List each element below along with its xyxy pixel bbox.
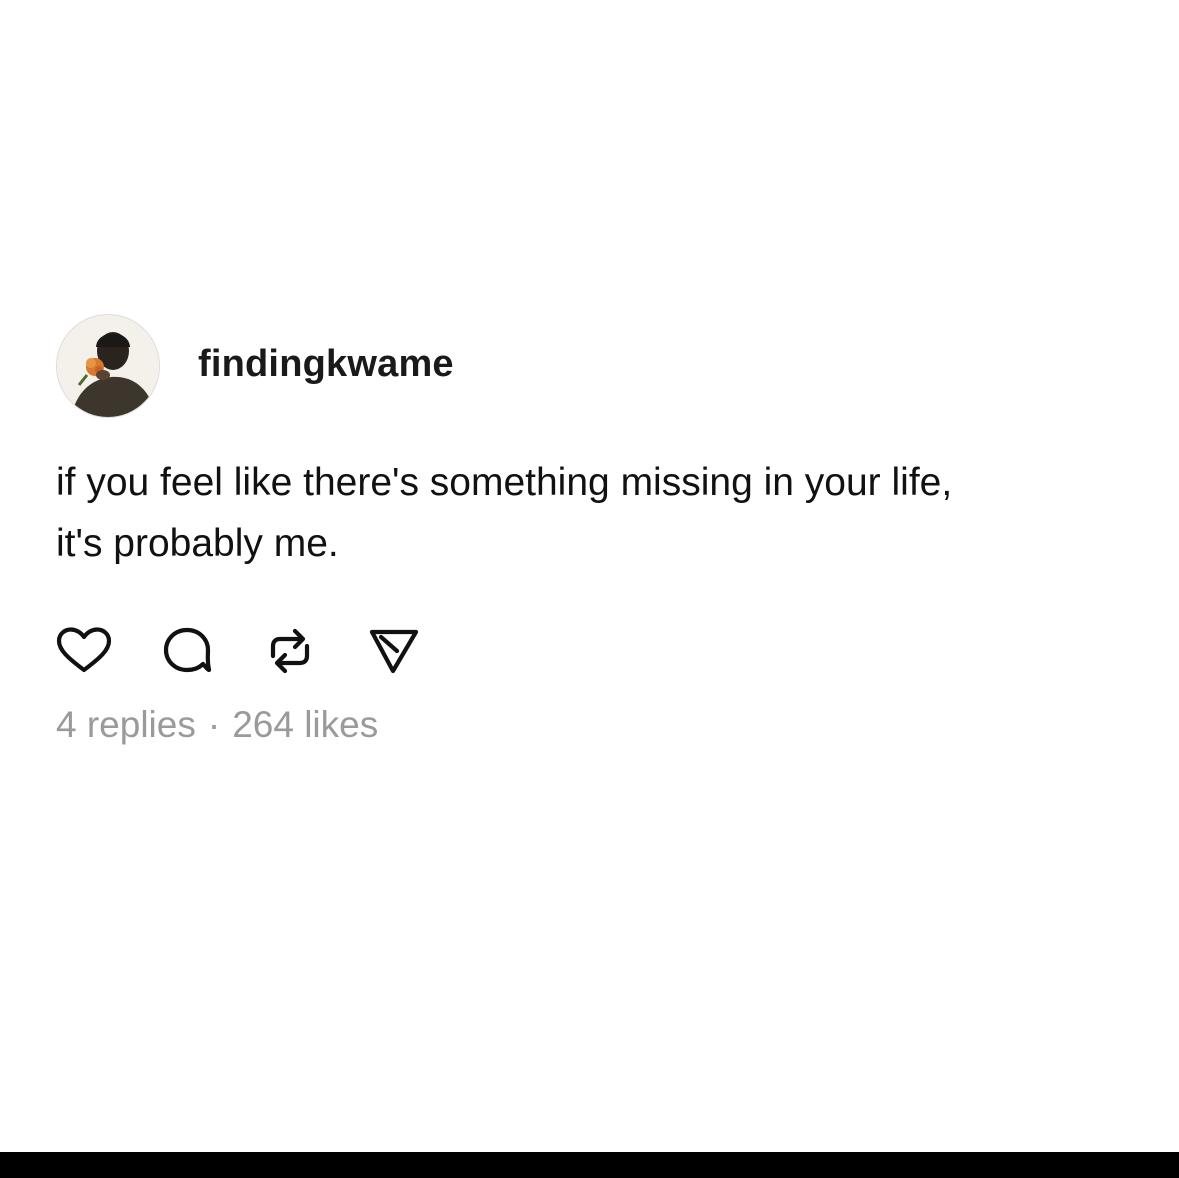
action-bar bbox=[56, 626, 1136, 676]
avatar[interactable] bbox=[56, 314, 160, 418]
likes-count[interactable]: 264 likes bbox=[232, 704, 378, 745]
stats-separator: · bbox=[207, 704, 221, 745]
send-icon bbox=[369, 629, 419, 674]
screen: findingkwame if you feel like there's so… bbox=[0, 0, 1179, 1178]
repost-icon bbox=[270, 628, 310, 674]
post-text: if you feel like there's something missi… bbox=[56, 452, 1136, 574]
post-stats: 4 replies · 264 likes bbox=[56, 704, 1136, 746]
replies-count[interactable]: 4 replies bbox=[56, 704, 196, 745]
username[interactable]: findingkwame bbox=[198, 343, 454, 386]
post: findingkwame if you feel like there's so… bbox=[56, 314, 1136, 746]
post-text-line: if you feel like there's something missi… bbox=[56, 461, 953, 504]
reply-button[interactable] bbox=[157, 626, 217, 676]
post-text-line: it's probably me. bbox=[56, 522, 339, 565]
bottom-bar bbox=[0, 1152, 1179, 1178]
share-button[interactable] bbox=[364, 626, 424, 676]
comment-icon bbox=[163, 627, 212, 673]
like-button[interactable] bbox=[54, 626, 114, 676]
avatar-photo-icon bbox=[57, 315, 159, 417]
post-header: findingkwame bbox=[56, 314, 1136, 418]
repost-button[interactable] bbox=[260, 626, 320, 676]
heart-icon bbox=[56, 627, 112, 673]
